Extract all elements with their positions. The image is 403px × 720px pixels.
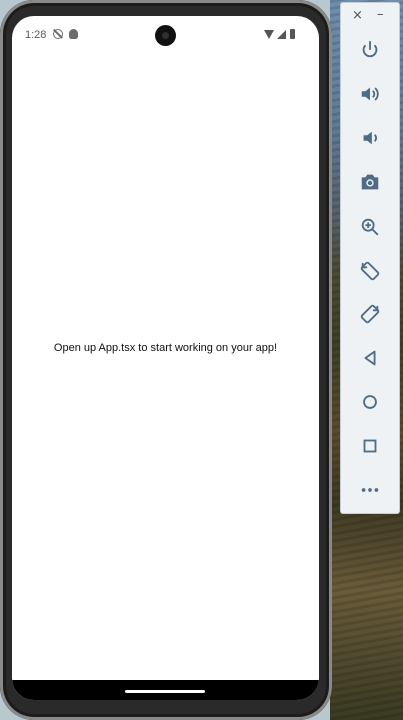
- volume-down-icon: [363, 131, 377, 145]
- wifi-icon: [264, 30, 274, 39]
- front-camera: [155, 25, 176, 46]
- minimize-button[interactable]: –: [377, 8, 384, 21]
- volume-down-button[interactable]: [357, 125, 383, 151]
- cell-signal-icon: [277, 30, 286, 39]
- home-button[interactable]: [357, 389, 383, 415]
- do-not-disturb-icon: [53, 29, 63, 39]
- notification-icon: [69, 29, 78, 39]
- rotate-right-button[interactable]: [357, 301, 383, 327]
- rotate-right-icon: [360, 304, 380, 324]
- back-icon: [364, 350, 376, 366]
- rotate-left-icon: [360, 261, 380, 281]
- zoom-icon: [361, 218, 379, 236]
- battery-icon: [290, 29, 295, 39]
- overview-button[interactable]: [357, 433, 383, 459]
- back-button[interactable]: [357, 345, 383, 371]
- rotate-left-button[interactable]: [357, 258, 383, 284]
- emulator-toolbar: × –: [340, 2, 400, 514]
- emulator-phone-frame: 1:28 Open up App.tsx to start working on…: [0, 0, 332, 720]
- app-message: Open up App.tsx to start working on your…: [53, 342, 278, 354]
- zoom-button[interactable]: [357, 214, 383, 240]
- camera-icon: [361, 174, 379, 190]
- device-screen: 1:28 Open up App.tsx to start working on…: [12, 16, 319, 700]
- screenshot-button[interactable]: [357, 169, 383, 195]
- more-button[interactable]: [357, 477, 383, 503]
- home-handle[interactable]: [125, 690, 205, 693]
- status-time: 1:28: [25, 29, 47, 41]
- power-button[interactable]: [357, 37, 383, 63]
- toolbar-titlebar: × –: [341, 3, 399, 29]
- status-bar: 1:28: [12, 16, 319, 56]
- close-button[interactable]: ×: [352, 9, 363, 22]
- more-icon: [361, 488, 379, 492]
- overview-icon: [363, 439, 377, 453]
- volume-up-icon: [361, 87, 379, 101]
- home-icon: [363, 395, 377, 409]
- volume-up-button[interactable]: [357, 81, 383, 107]
- gesture-nav-bar: [12, 680, 319, 700]
- power-icon: [362, 40, 378, 58]
